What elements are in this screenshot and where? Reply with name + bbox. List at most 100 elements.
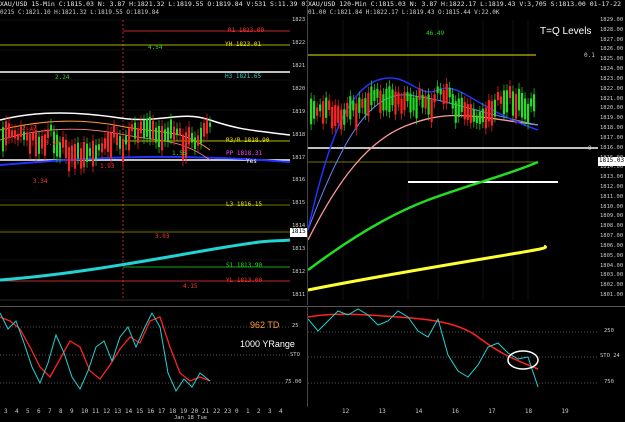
candle-body — [382, 94, 385, 111]
candle-body — [415, 96, 418, 119]
candle-body — [355, 103, 358, 130]
level-label-l3: L3 1816.15 — [226, 201, 263, 208]
candle-body — [463, 101, 466, 120]
right-current-price-box: 1815.03 — [598, 157, 625, 166]
candle-body — [83, 141, 85, 168]
time-tick: 18 — [169, 408, 177, 415]
candle-body — [206, 119, 208, 134]
candle-body — [101, 143, 103, 153]
time-tick: 3 — [4, 408, 8, 415]
candle-body — [74, 143, 76, 169]
candle-body — [146, 119, 148, 137]
candle-body — [421, 94, 424, 108]
candle-body — [340, 109, 343, 130]
left-price-chart[interactable]: XAU/USD 15-Min C:1815.03 N: 3.87 H:1821.… — [0, 0, 308, 305]
candle-body — [191, 132, 193, 143]
time-tick: 15 — [136, 408, 144, 415]
left-ind-axis-sto: STO — [290, 352, 300, 358]
candle-body — [119, 136, 121, 149]
price-tick: 1822.00 — [600, 85, 624, 92]
price-tick: 1828.00 — [600, 26, 624, 33]
price-tick: 1813 — [292, 246, 306, 253]
price-tick: 1813.00 — [600, 174, 624, 181]
time-tick: 12 — [103, 408, 111, 415]
candle-body — [89, 148, 91, 157]
price-tick: 1812.00 — [600, 183, 624, 190]
candle-body — [370, 86, 373, 106]
candle-body — [520, 92, 524, 118]
time-tick: 7 — [48, 408, 52, 415]
candle-body — [445, 83, 448, 104]
candle-body — [161, 126, 163, 151]
price-tick: 1819 — [292, 108, 306, 115]
candle-body — [29, 134, 31, 154]
candle-body — [385, 88, 388, 111]
left-indicator-pane[interactable]: 962 TD 1000 YRange 25 STO 75.00 — [0, 306, 308, 407]
yrange-label: 1000 YRange — [240, 339, 295, 349]
candle-body — [517, 88, 521, 111]
price-tick: 1806.00 — [600, 242, 624, 249]
candle-body — [343, 109, 346, 125]
candle-body — [203, 123, 205, 137]
price-tick: 1802.00 — [600, 282, 624, 289]
candle-body — [92, 140, 94, 167]
candle-body — [107, 131, 109, 152]
price-tick: 1829.00 — [600, 17, 624, 23]
candle-body — [418, 88, 421, 100]
price-tick: 1824.00 — [600, 66, 624, 73]
candle-body — [209, 122, 211, 127]
candle-body — [23, 131, 25, 140]
left-price-axis: 1823 1822 1821 1820 1819 1818 1817 1816 1815 1814… — [290, 17, 307, 300]
candle-body — [376, 88, 379, 98]
candle-body — [484, 107, 487, 129]
right-indicator-pane[interactable]: 250 STO 24 750 — [308, 306, 625, 407]
price-tick: 1819.00 — [600, 115, 624, 122]
level-label-yl: YL 1813.00 — [226, 277, 263, 284]
candle-body — [466, 104, 469, 121]
candle-body — [131, 124, 133, 132]
right-price-chart[interactable]: XAU/USD 120-Min C:1815.03 N: 3.87 H:1822… — [308, 0, 625, 305]
candle-body — [451, 94, 454, 109]
candle-body — [128, 128, 130, 151]
candle-body — [397, 92, 400, 105]
time-tick: 20 — [191, 408, 199, 415]
candle-body — [179, 128, 181, 136]
time-tick: 17 — [158, 408, 166, 415]
right-chart-canvas — [308, 20, 598, 300]
time-tick: 2 — [257, 408, 261, 415]
time-tick: 13 — [378, 408, 386, 415]
price-tick: 1816.00 — [600, 144, 624, 151]
price-tick: 1801.00 — [600, 292, 624, 298]
level-label-yh: YH 1823.01 — [225, 41, 262, 48]
candle-body — [110, 132, 112, 158]
price-tick: 1808.00 — [600, 223, 624, 230]
time-tick: 9 — [70, 408, 74, 415]
candle-body — [349, 96, 352, 120]
candle-body — [41, 135, 43, 149]
annotation-2-24: 2.24 — [55, 74, 70, 81]
time-tick: 10 — [81, 408, 89, 415]
candle-body — [47, 129, 49, 139]
price-tick: 1825.00 — [600, 56, 624, 63]
right-time-axis: 12 13 14 16 17 18 19 — [308, 406, 598, 422]
price-tick: 1807.00 — [600, 233, 624, 240]
price-tick: 1823.00 — [600, 75, 624, 82]
candle-body — [430, 99, 433, 123]
left-date-label: Jan 18 Tue — [174, 415, 208, 421]
candle-body — [346, 102, 349, 117]
candle-body — [448, 87, 451, 98]
candle-body — [505, 90, 509, 113]
candle-body — [361, 98, 364, 108]
candle-body — [80, 148, 82, 169]
price-tick: 1817.00 — [600, 134, 624, 141]
candle-body — [442, 89, 445, 105]
candle-body — [322, 101, 325, 124]
candle-body — [475, 115, 478, 123]
candle-body — [487, 100, 490, 122]
time-tick: 14 — [125, 408, 133, 415]
candle-body — [319, 104, 322, 112]
annotation-46-49: 46.49 — [426, 30, 445, 37]
candle-body — [167, 127, 169, 142]
candle-body — [155, 127, 157, 143]
candle-body — [454, 101, 457, 123]
